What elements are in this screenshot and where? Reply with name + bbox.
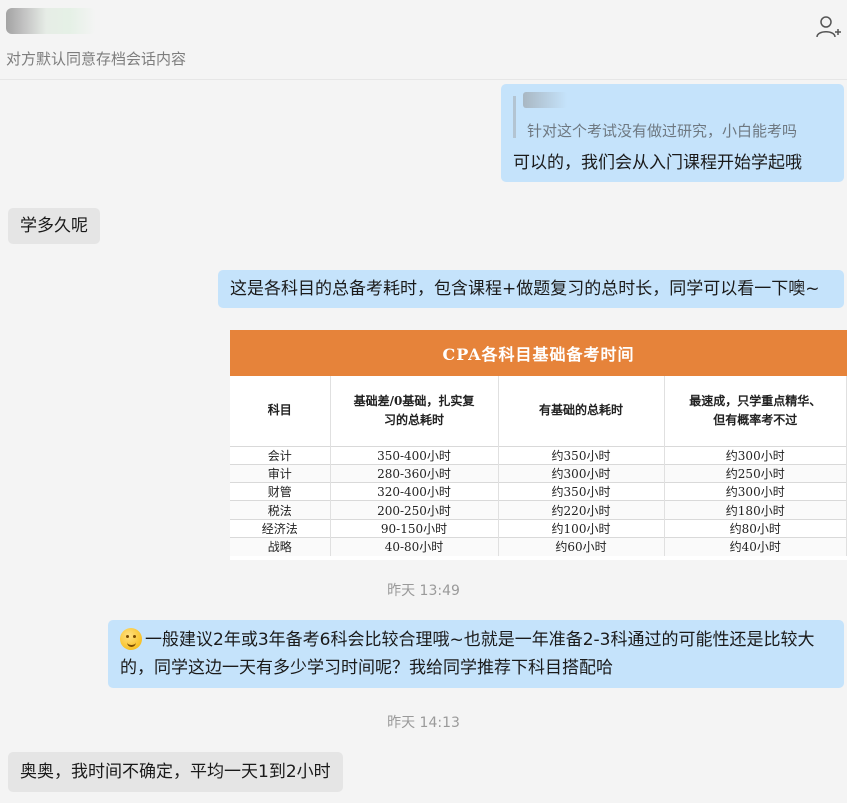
cpa-study-time-image[interactable]: CPA各科目基础备考时间 科目 基础差/0基础，扎实复 习的总耗时 有基础的总耗时… xyxy=(230,330,847,560)
header-subject: 科目 xyxy=(230,376,331,446)
cell-no-foundation: 200-250小时 xyxy=(330,500,499,520)
cell-no-foundation: 90-150小时 xyxy=(330,518,499,538)
table-row: 战略 40-80小时 约60小时 约40小时 xyxy=(230,536,847,556)
cell-fastest: 约250小时 xyxy=(664,463,847,483)
quoted-sender-blurred xyxy=(523,92,567,108)
cell-with-foundation: 约60小时 xyxy=(498,536,665,556)
outgoing-message-3[interactable]: 一般建议2年或3年备考6科会比较合理哦~也就是一年准备2-3科通过的可能性还是比… xyxy=(108,620,844,688)
wink-emoji-icon xyxy=(120,628,142,650)
quote-bar xyxy=(513,96,516,138)
contact-avatar-name-blurred[interactable] xyxy=(6,8,96,34)
header-no-foundation: 基础差/0基础，扎实复 习的总耗时 xyxy=(330,376,499,446)
table-row: 会计 350-400小时 约350小时 约300小时 xyxy=(230,445,847,465)
cell-no-foundation: 320-400小时 xyxy=(330,482,499,501)
header-with-foundation: 有基础的总耗时 xyxy=(498,376,665,446)
table-row: 税法 200-250小时 约220小时 约180小时 xyxy=(230,500,847,520)
table-title: CPA各科目基础备考时间 xyxy=(230,330,847,376)
add-person-icon[interactable] xyxy=(815,14,841,40)
cell-fastest: 约300小时 xyxy=(664,482,847,501)
chat-header: 对方默认同意存档会话内容 xyxy=(0,0,847,80)
table-row: 财管 320-400小时 约350小时 约300小时 xyxy=(230,482,847,501)
cell-fastest: 约40小时 xyxy=(664,536,847,556)
cell-fastest: 约180小时 xyxy=(664,500,847,520)
message-line-1: 一般建议2年或3年备考6科会比较合理哦~也就是一年准备2-3科通过的可能性还是比… xyxy=(120,626,832,654)
table-row: 审计 280-360小时 约300小时 约250小时 xyxy=(230,463,847,483)
cell-with-foundation: 约350小时 xyxy=(498,482,665,501)
cell-subject: 战略 xyxy=(230,536,331,556)
cell-no-foundation: 350-400小时 xyxy=(330,445,499,465)
cell-fastest: 约80小时 xyxy=(664,518,847,538)
timestamp: 昨天 14:13 xyxy=(387,715,460,731)
cell-subject: 税法 xyxy=(230,500,331,520)
cell-with-foundation: 约220小时 xyxy=(498,500,665,520)
timestamp: 昨天 13:49 xyxy=(387,583,460,599)
cell-with-foundation: 约100小时 xyxy=(498,518,665,538)
cpa-study-time-table: 科目 基础差/0基础，扎实复 习的总耗时 有基础的总耗时 最速成，只学重点精华、但… xyxy=(230,376,847,556)
incoming-message-4[interactable]: 奥奥，我时间不确定，平均一天1到2小时 xyxy=(8,752,343,792)
outgoing-message-2[interactable]: 这是各科目的总备考耗时，包含课程+做题复习的总时长，同学可以看一下噢~ xyxy=(218,270,844,308)
message-line-2: 的，同学这边一天有多少学习时间呢？我给同学推荐下科目搭配哈 xyxy=(120,658,613,678)
incoming-message-1[interactable]: 学多久呢 xyxy=(8,208,100,244)
cell-with-foundation: 约300小时 xyxy=(498,463,665,483)
reply-text: 可以的，我们会从入门课程开始学起哦 xyxy=(513,153,802,173)
cell-fastest: 约300小时 xyxy=(664,445,847,465)
cell-subject: 审计 xyxy=(230,463,331,483)
cell-subject: 会计 xyxy=(230,445,331,465)
table-row: 经济法 90-150小时 约100小时 约80小时 xyxy=(230,518,847,538)
header-fastest: 最速成，只学重点精华、 但有概率考不过 xyxy=(664,376,847,446)
cell-with-foundation: 约350小时 xyxy=(498,445,665,465)
table-header-row: 科目 基础差/0基础，扎实复 习的总耗时 有基础的总耗时 最速成，只学重点精华、但… xyxy=(230,376,847,446)
quoted-text: 针对这个考试没有做过研究，小白能考吗 xyxy=(527,122,798,140)
cell-no-foundation: 40-80小时 xyxy=(330,536,499,556)
cell-subject: 经济法 xyxy=(230,518,331,538)
cell-subject: 财管 xyxy=(230,482,331,501)
cell-no-foundation: 280-360小时 xyxy=(330,463,499,483)
archive-notice: 对方默认同意存档会话内容 xyxy=(6,50,187,68)
quoted-reply-bubble[interactable]: 针对这个考试没有做过研究，小白能考吗 可以的，我们会从入门课程开始学起哦 xyxy=(501,84,844,182)
